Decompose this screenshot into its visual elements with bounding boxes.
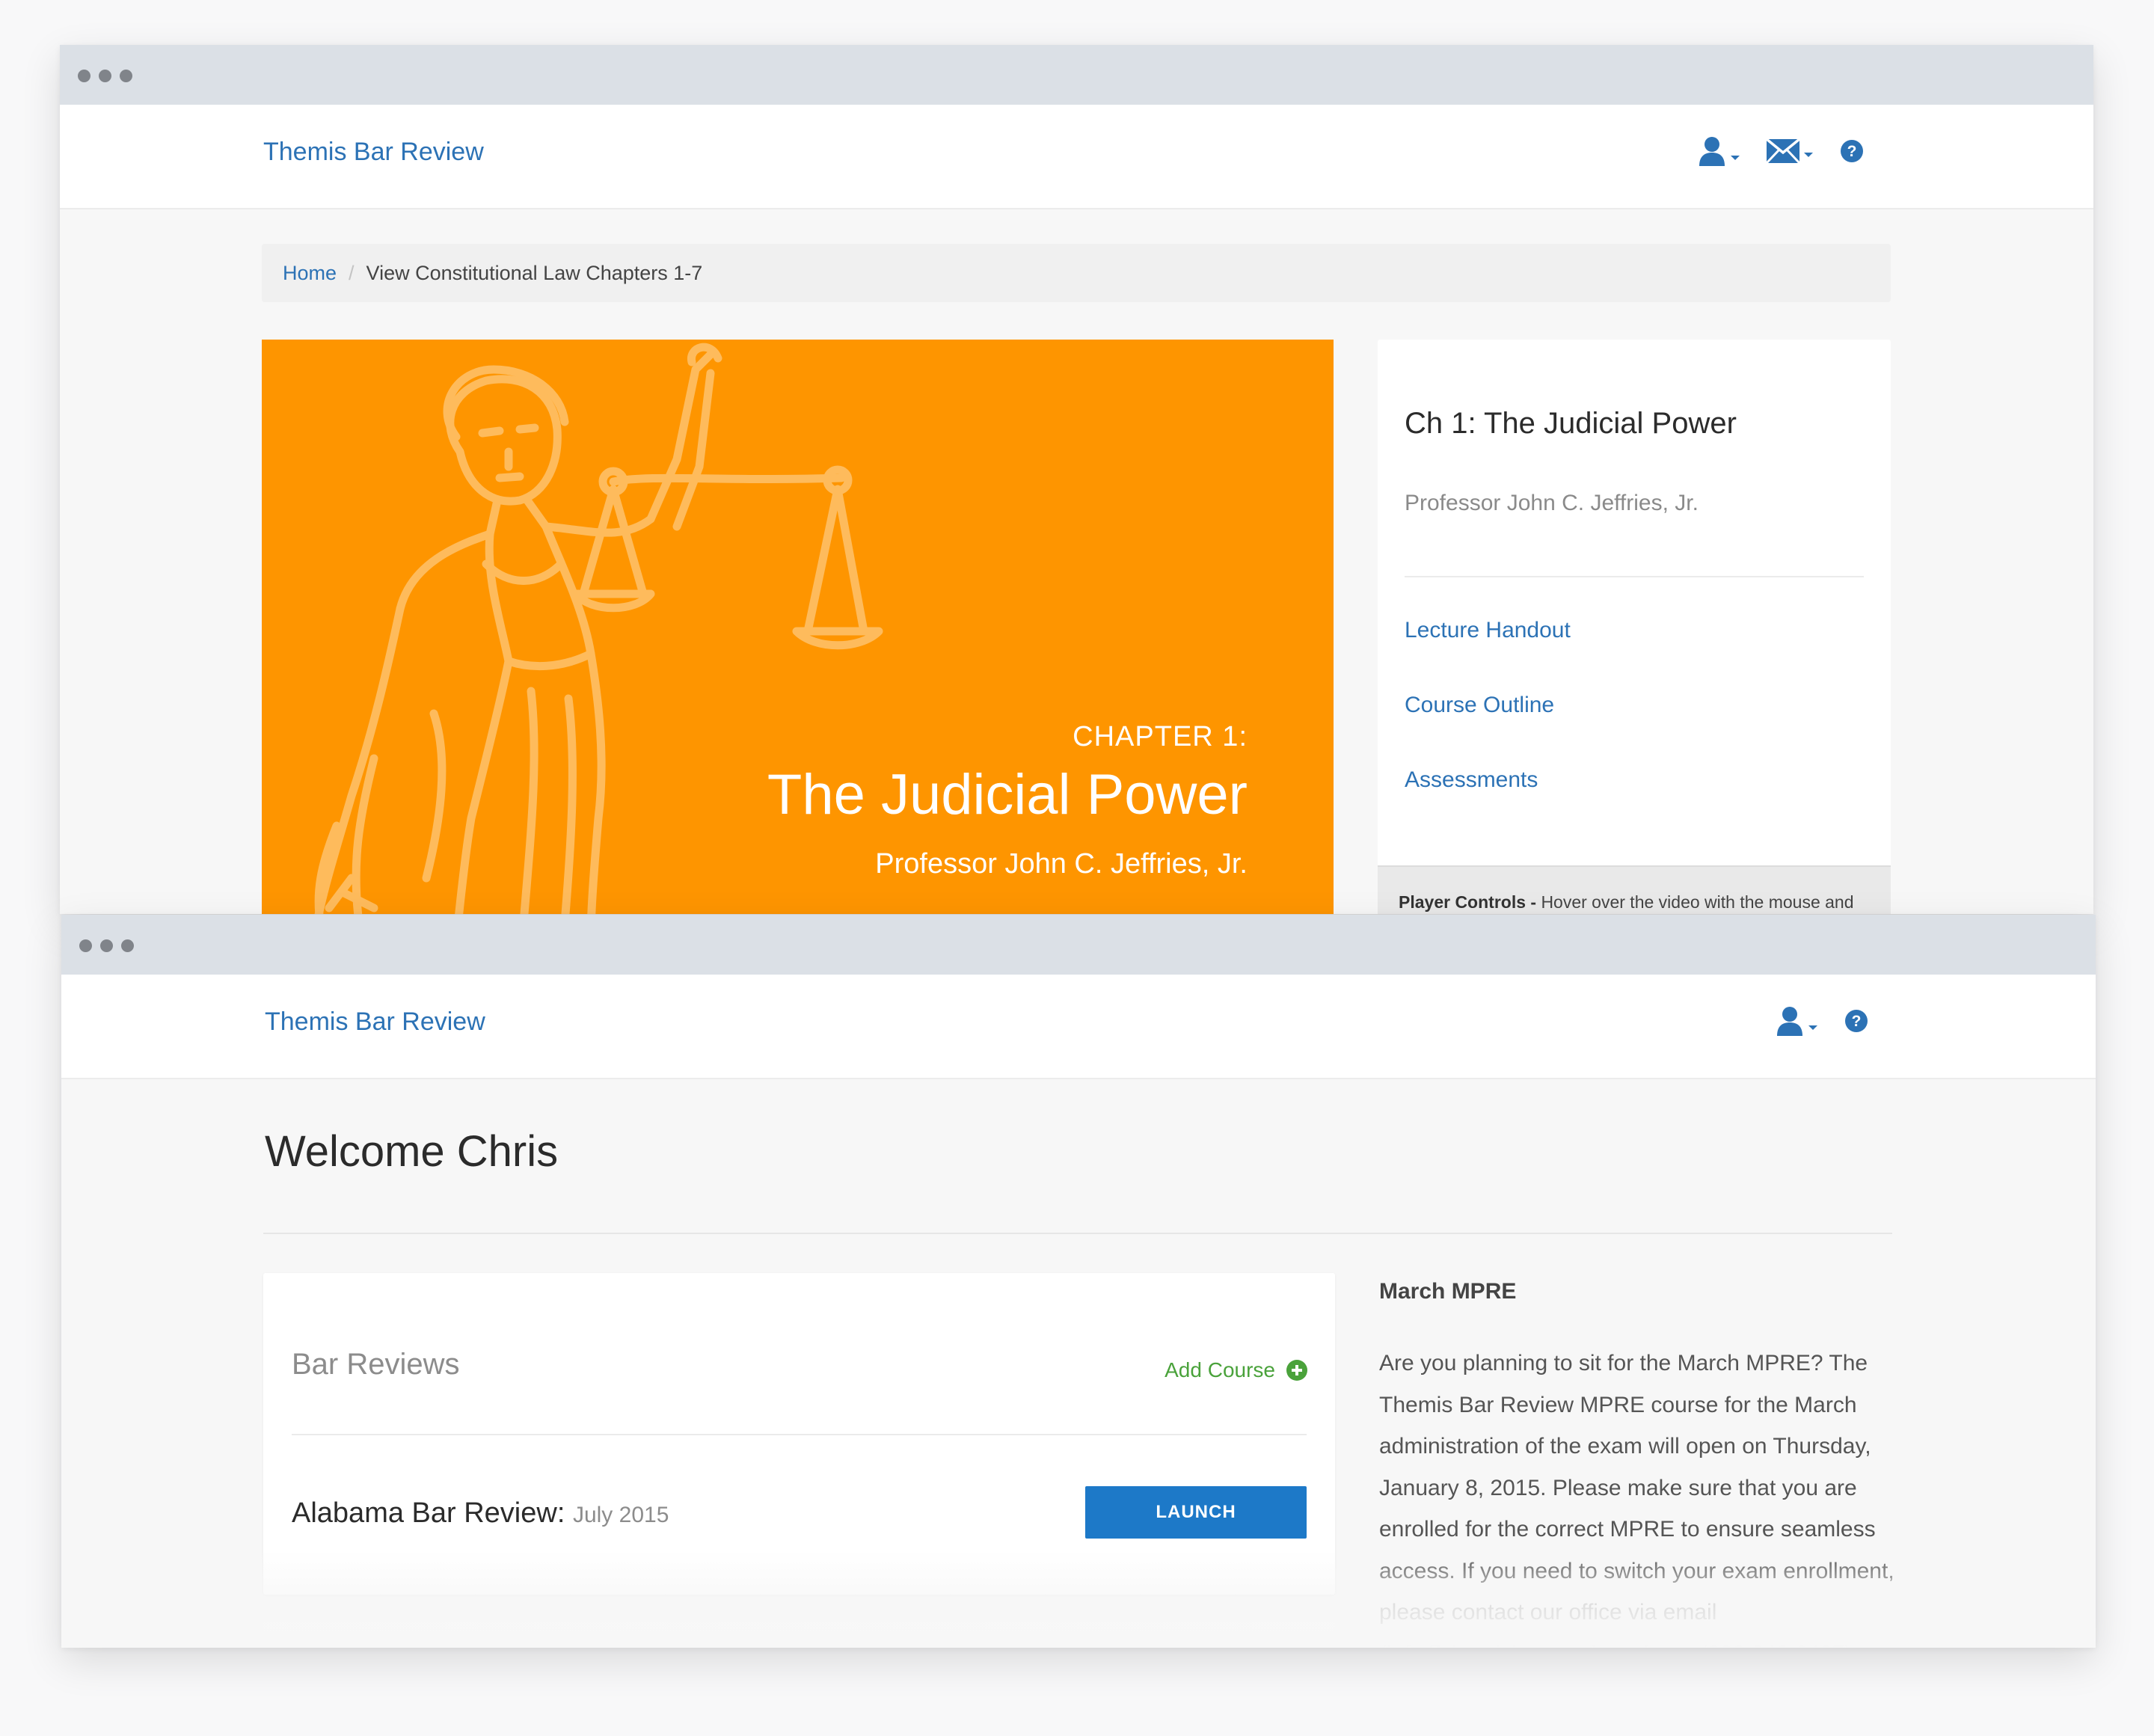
course-date: July 2015 xyxy=(572,1503,669,1527)
course-row: Alabama Bar Review: July 2015 xyxy=(292,1497,669,1530)
help-icon: ? xyxy=(1845,1010,1868,1032)
svg-text:?: ? xyxy=(1852,1013,1862,1030)
dashboard-window: Themis Bar Review ? Welcome Chris Bar Re… xyxy=(61,915,2096,1648)
breadcrumb-current: View Constitutional Law Chapters 1-7 xyxy=(366,261,703,284)
title-bar xyxy=(60,45,2093,105)
card-title: Bar Reviews xyxy=(292,1348,460,1381)
player-controls-label: Player Controls - xyxy=(1399,892,1537,912)
messages-menu[interactable] xyxy=(1767,139,1813,163)
window-dot[interactable] xyxy=(121,939,134,952)
announcement-title: March MPRE xyxy=(1379,1279,1517,1304)
user-menu[interactable] xyxy=(1698,136,1740,166)
breadcrumb-home[interactable]: Home xyxy=(283,262,337,285)
navbar: Themis Bar Review ? xyxy=(60,105,2093,209)
add-course-button[interactable]: Add Course xyxy=(1165,1358,1308,1382)
envelope-icon xyxy=(1767,139,1799,163)
lady-justice-illustration xyxy=(314,343,883,914)
player-controls-text: Hover over the video with the mouse and xyxy=(1541,892,1854,912)
course-outline-link[interactable]: Course Outline xyxy=(1405,693,1554,718)
window-dot[interactable] xyxy=(79,939,92,952)
window-controls xyxy=(78,70,132,82)
divider xyxy=(1405,576,1864,577)
chevron-down-icon xyxy=(1731,156,1740,160)
fade-overlay xyxy=(61,1551,2096,1648)
user-icon xyxy=(1699,137,1725,166)
divider xyxy=(292,1434,1307,1435)
brand-link[interactable]: Themis Bar Review xyxy=(265,1007,485,1037)
window-dot[interactable] xyxy=(100,939,113,952)
lecture-professor: Professor John C. Jeffries, Jr. xyxy=(1405,491,1699,515)
video-player[interactable]: CHAPTER 1: The Judicial Power Professor … xyxy=(262,340,1334,914)
course-name: Alabama Bar Review: xyxy=(292,1497,565,1529)
window-dot[interactable] xyxy=(99,70,111,82)
divider xyxy=(263,1233,1892,1234)
nav-icons: ? xyxy=(1776,1006,1868,1036)
user-icon xyxy=(1777,1007,1802,1036)
help-button[interactable]: ? xyxy=(1844,1009,1868,1033)
video-title: The Judicial Power xyxy=(767,763,1248,826)
title-bar xyxy=(61,915,2096,975)
lecture-handout-link[interactable]: Lecture Handout xyxy=(1405,618,1571,643)
player-controls-note: Player Controls - Hover over the video w… xyxy=(1378,865,1891,914)
lecture-title: Ch 1: The Judicial Power xyxy=(1405,407,1737,440)
course-window: Themis Bar Review ? Home / View Constitu… xyxy=(60,45,2093,914)
chevron-down-icon xyxy=(1808,1025,1817,1030)
svg-text:?: ? xyxy=(1847,143,1857,160)
launch-button[interactable]: LAUNCH xyxy=(1085,1486,1307,1539)
chevron-down-icon xyxy=(1804,153,1813,157)
help-button[interactable]: ? xyxy=(1840,139,1864,163)
assessments-link[interactable]: Assessments xyxy=(1405,767,1538,793)
breadcrumb: Home / View Constitutional Law Chapters … xyxy=(262,244,1891,302)
add-course-label: Add Course xyxy=(1165,1358,1275,1381)
video-professor: Professor John C. Jeffries, Jr. xyxy=(875,848,1248,880)
page-title: Welcome Chris xyxy=(265,1127,559,1176)
plus-circle-icon xyxy=(1286,1360,1307,1381)
window-controls xyxy=(79,939,134,952)
help-icon: ? xyxy=(1841,140,1863,162)
nav-icons: ? xyxy=(1698,136,1864,166)
bar-reviews-card: Bar Reviews Add Course Alabama Bar Revie… xyxy=(263,1273,1335,1595)
user-menu[interactable] xyxy=(1776,1006,1817,1036)
chapter-label: CHAPTER 1: xyxy=(1073,721,1248,752)
brand-link[interactable]: Themis Bar Review xyxy=(263,138,484,167)
window-dot[interactable] xyxy=(120,70,132,82)
breadcrumb-separator: / xyxy=(349,261,355,284)
navbar: Themis Bar Review ? xyxy=(61,975,2096,1079)
lecture-info-card: Ch 1: The Judicial Power Professor John … xyxy=(1378,340,1891,871)
window-dot[interactable] xyxy=(78,70,90,82)
